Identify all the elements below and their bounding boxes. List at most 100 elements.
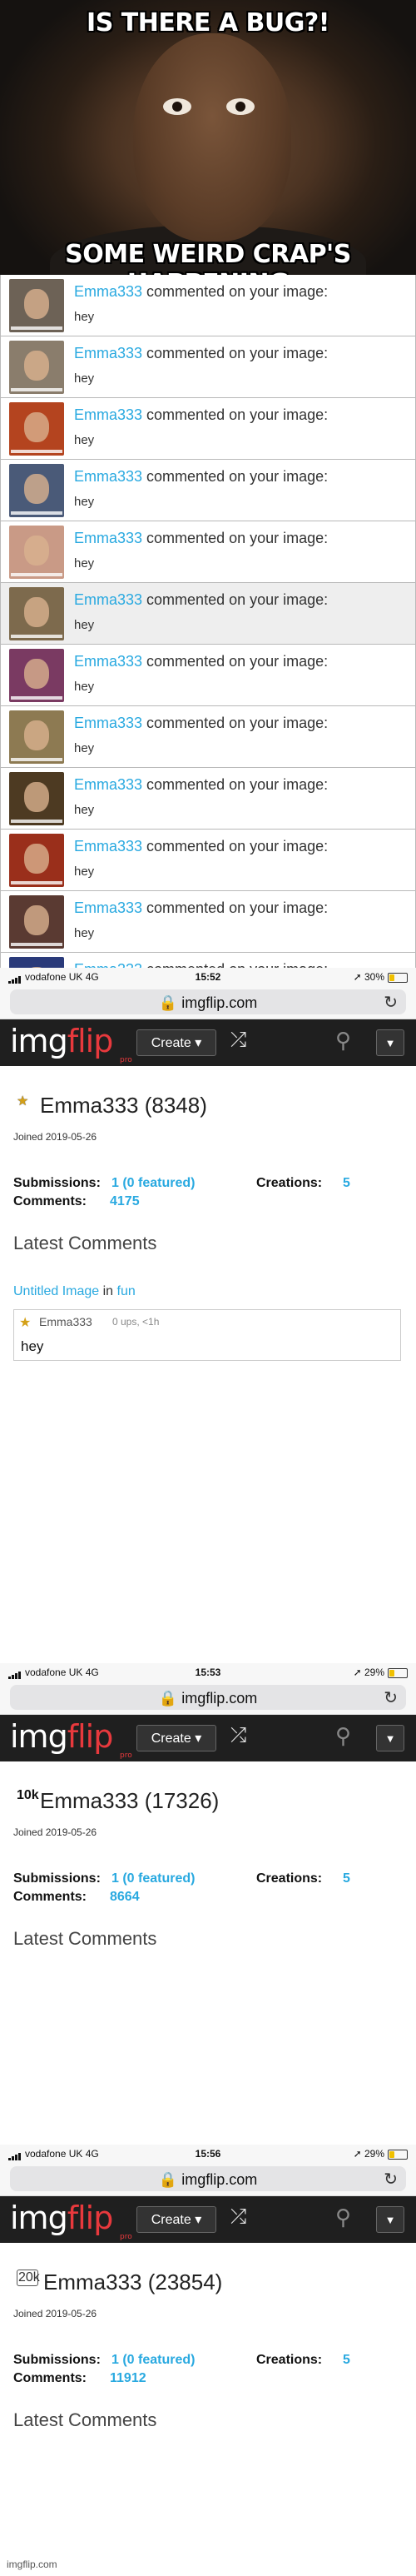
notification-thumbnail[interactable] <box>9 526 64 579</box>
reload-icon[interactable]: ↻ <box>384 2169 398 2190</box>
notification-thumbnail[interactable] <box>9 649 64 702</box>
notification-list: Emma333 commented on your image: hey Emma3… <box>0 275 416 968</box>
notification-user-link[interactable]: Emma333 <box>74 653 142 670</box>
notification-user-link[interactable]: Emma333 <box>74 591 142 608</box>
notification-thumbnail[interactable] <box>9 402 64 456</box>
notification-action: commented on your image: <box>142 838 329 855</box>
create-button[interactable]: Create ▾ <box>136 1725 216 1751</box>
imgflip-logo[interactable]: imgflip pro <box>10 1023 132 1064</box>
notification-thumbnail[interactable] <box>9 341 64 394</box>
notification-thumbnail[interactable] <box>9 895 64 949</box>
profile-username: 10kEmma333 (17326) <box>17 1788 220 1813</box>
notification-user-link[interactable]: Emma333 <box>74 776 142 793</box>
imgflip-logo[interactable]: imgflip pro <box>10 2200 132 2241</box>
comment-author-link[interactable]: Emma333 <box>39 1315 92 1328</box>
notification-user-link[interactable]: Emma333 <box>74 406 142 423</box>
meme-top-text: IS THERE A BUG?! <box>87 8 329 37</box>
notification-user-link[interactable]: Emma333 <box>74 715 142 731</box>
notification-thumbnail[interactable] <box>9 834 64 887</box>
notification-item[interactable]: Emma333 commented on your image: hey <box>1 336 415 398</box>
stream-link[interactable]: fun <box>117 1284 136 1298</box>
notification-item[interactable]: Emma333 commented on your image: <box>1 953 415 968</box>
submissions-link[interactable]: 1 (0 featured) <box>111 2353 195 2368</box>
notification-item[interactable]: Emma333 commented on your image: hey <box>1 398 415 460</box>
notification-thumbnail[interactable] <box>9 464 64 517</box>
notification-action: commented on your image: <box>142 530 329 546</box>
battery-indicator: ➚ 29% <box>354 1667 408 1678</box>
url-text[interactable]: 🔒 imgflip.com <box>10 1690 406 1707</box>
notification-user-link[interactable]: Emma333 <box>74 530 142 546</box>
search-icon[interactable]: ⚲ <box>335 2205 351 2230</box>
profile-username: 20k Emma333 (23854) <box>17 2270 223 2294</box>
notification-thumbnail[interactable] <box>9 279 64 332</box>
submissions-link[interactable]: 1 (0 featured) <box>111 1871 195 1886</box>
comments-link[interactable]: 8664 <box>110 1890 140 1905</box>
notification-user-link[interactable]: Emma333 <box>74 838 142 855</box>
battery-icon <box>388 1667 408 1678</box>
notification-action: commented on your image: <box>142 591 329 608</box>
menu-dropdown-button[interactable]: ▼ <box>376 1725 404 1751</box>
browser-url-bar: 🔒 imgflip.com ↻ <box>0 1682 416 1715</box>
comments-link[interactable]: 11912 <box>110 2371 146 2386</box>
ios-status-bar: vodafone UK 4G 15:53 ➚ 29% <box>0 1663 416 1682</box>
notification-message: hey <box>74 433 95 447</box>
notification-item[interactable]: Emma333 commented on your image: hey <box>1 521 415 583</box>
url-text[interactable]: 🔒 imgflip.com <box>10 994 406 1012</box>
notification-user-link[interactable]: Emma333 <box>74 345 142 361</box>
create-button[interactable]: Create ▾ <box>136 2206 216 2233</box>
notification-item[interactable]: Emma333 commented on your image: hey <box>1 768 415 830</box>
joined-date: Joined 2019-05-26 <box>13 1826 97 1838</box>
notification-user-link[interactable]: Emma333 <box>74 283 142 300</box>
comments-link[interactable]: 4175 <box>110 1194 140 1209</box>
notification-thumbnail[interactable] <box>9 772 64 825</box>
address-field[interactable]: 🔒 imgflip.com ↻ <box>10 2166 406 2191</box>
notification-message: hey <box>74 864 95 879</box>
notification-text: Emma333 commented on your image: <box>74 838 328 855</box>
notification-item[interactable]: Emma333 commented on your image: hey <box>1 645 415 706</box>
search-icon[interactable]: ⚲ <box>335 1028 351 1054</box>
ios-status-bar: vodafone UK 4G 15:52 ➚ 30% <box>0 968 416 986</box>
submissions-link[interactable]: 1 (0 featured) <box>111 1176 195 1191</box>
notification-user-link[interactable]: Emma333 <box>74 899 142 916</box>
notification-thumbnail[interactable] <box>9 587 64 640</box>
shuffle-icon[interactable]: ⤮ <box>230 1029 246 1052</box>
notification-thumbnail[interactable] <box>9 957 64 968</box>
notification-action: commented on your image: <box>142 345 329 361</box>
creations-link[interactable]: 5 <box>343 1176 350 1191</box>
imgflip-logo[interactable]: imgflip pro <box>10 1718 132 1760</box>
shuffle-icon[interactable]: ⤮ <box>230 2205 246 2229</box>
reload-icon[interactable]: ↻ <box>384 992 398 1013</box>
create-button[interactable]: Create ▾ <box>136 1029 216 1056</box>
search-icon[interactable]: ⚲ <box>335 1723 351 1749</box>
notification-thumbnail[interactable] <box>9 710 64 764</box>
notification-message: hey <box>74 680 95 694</box>
comment-source: Untitled Image in fun <box>13 1284 136 1298</box>
meme-face <box>133 33 291 242</box>
notification-item[interactable]: Emma333 commented on your image: hey <box>1 583 415 645</box>
notification-item[interactable]: Emma333 commented on your image: hey <box>1 891 415 953</box>
notification-user-link[interactable]: Emma333 <box>74 468 142 485</box>
notification-item[interactable]: Emma333 commented on your image: hey <box>1 275 415 336</box>
address-field[interactable]: 🔒 imgflip.com ↻ <box>10 989 406 1014</box>
notification-action: commented on your image: <box>142 406 329 423</box>
notification-message: hey <box>74 926 95 940</box>
menu-dropdown-button[interactable]: ▼ <box>376 2206 404 2233</box>
creations-link[interactable]: 5 <box>343 2353 350 2368</box>
shuffle-icon[interactable]: ⤮ <box>230 1724 246 1747</box>
notification-item[interactable]: Emma333 commented on your image: hey <box>1 460 415 521</box>
latest-comments-heading: Latest Comments <box>13 1928 157 1949</box>
notification-text: Emma333 commented on your image: <box>74 283 328 301</box>
notification-action: commented on your image: <box>142 468 329 485</box>
reload-icon[interactable]: ↻ <box>384 1687 398 1708</box>
creations-link[interactable]: 5 <box>343 1871 350 1886</box>
address-field[interactable]: 🔒 imgflip.com ↻ <box>10 1685 406 1710</box>
image-link[interactable]: Untitled Image <box>13 1284 99 1298</box>
notification-item[interactable]: Emma333 commented on your image: hey <box>1 706 415 768</box>
notification-message: hey <box>74 741 95 755</box>
menu-dropdown-button[interactable]: ▼ <box>376 1029 404 1056</box>
latest-comments-heading: Latest Comments <box>13 1233 157 1253</box>
notification-text: Emma333 commented on your image: <box>74 406 328 424</box>
url-text[interactable]: 🔒 imgflip.com <box>10 2171 406 2189</box>
notification-item[interactable]: Emma333 commented on your image: hey <box>1 830 415 891</box>
notification-user-link[interactable]: Emma333 <box>74 961 142 968</box>
